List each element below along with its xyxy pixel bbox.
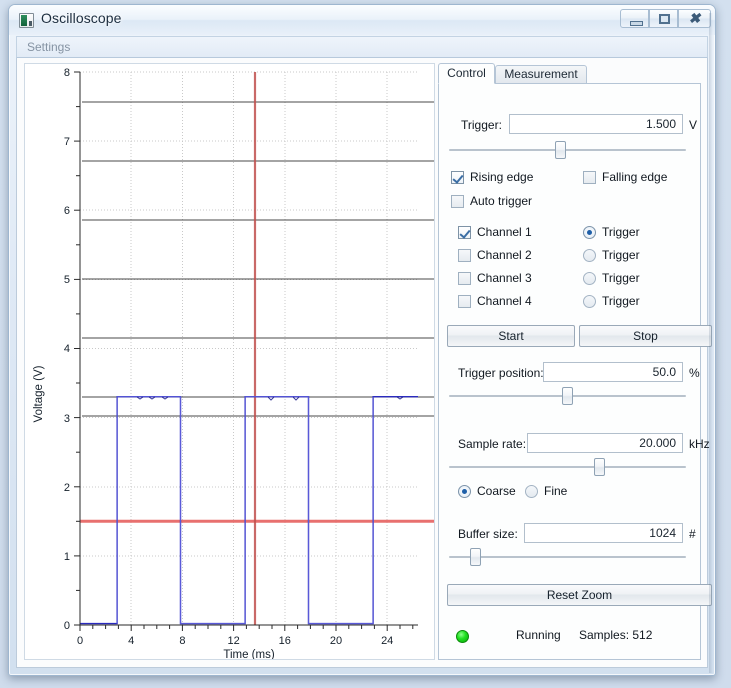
radio-trigger-channel-2-label: Trigger xyxy=(602,248,640,262)
checkbox-channel-4-box[interactable] xyxy=(458,295,471,308)
trigger-position-label: Trigger position: xyxy=(458,366,544,380)
checkbox-channel-3-label: Channel 3 xyxy=(477,271,532,285)
radio-trigger-channel-2-dot[interactable] xyxy=(583,249,596,262)
trigger-unit: V xyxy=(689,118,698,132)
radio-trigger-channel-3-dot[interactable] xyxy=(583,272,596,285)
maximize-icon xyxy=(650,10,677,27)
buffer-size-slider-thumb[interactable] xyxy=(470,548,481,566)
tab-strip: Control Measurement xyxy=(438,63,701,84)
maximize-button[interactable] xyxy=(649,9,678,28)
sample-rate-label: Sample rate: xyxy=(458,437,527,451)
app-icon xyxy=(19,13,34,28)
x-tick-0: 0 xyxy=(77,635,83,647)
x-tick-16: 16 xyxy=(279,635,291,647)
trigger-position-input[interactable]: 50.0 xyxy=(543,362,683,382)
buffer-size-unit: # xyxy=(689,527,696,541)
tab-measurement[interactable]: Measurement xyxy=(495,65,587,84)
y-tick-7: 7 xyxy=(64,136,70,148)
reset-zoom-button[interactable]: Reset Zoom xyxy=(447,584,712,606)
trigger-slider-track xyxy=(449,149,686,151)
menu-item-settings[interactable]: Settings xyxy=(27,40,70,54)
sample-rate-slider-thumb[interactable] xyxy=(594,458,605,476)
buffer-size-input[interactable]: 1024 xyxy=(524,523,683,543)
radio-coarse-dot[interactable] xyxy=(458,485,471,498)
checkbox-channel-4-label: Channel 4 xyxy=(477,294,532,308)
stop-button[interactable]: Stop xyxy=(579,325,712,347)
buffer-size-slider-track xyxy=(449,556,686,558)
checkbox-falling-edge-label: Falling edge xyxy=(602,170,668,184)
y-tick-1: 1 xyxy=(64,551,70,563)
trigger-position-slider-thumb[interactable] xyxy=(562,387,573,405)
plot-canvas: 8 7 6 5 4 3 2 1 0 0 4 8 12 16 20 24 Time… xyxy=(25,64,434,659)
trigger-position-slider[interactable] xyxy=(449,387,686,405)
tab-control[interactable]: Control xyxy=(438,63,495,84)
radio-fine-dot[interactable] xyxy=(525,485,538,498)
y-tick-2: 2 xyxy=(64,482,70,494)
minimize-button[interactable] xyxy=(620,9,649,28)
checkbox-channel-2-box[interactable] xyxy=(458,249,471,262)
control-panel: Control Measurement Trigger: 1.500 V Ris… xyxy=(438,63,712,660)
radio-trigger-channel-1-dot[interactable] xyxy=(583,226,596,239)
sample-rate-unit: kHz xyxy=(689,437,710,451)
x-axis-label: Time (ms) xyxy=(223,649,274,659)
status-samples-text: Samples: 512 xyxy=(579,628,653,642)
buffer-size-label: Buffer size: xyxy=(458,527,518,541)
y-tick-4: 4 xyxy=(64,343,70,355)
checkbox-rising-edge-label: Rising edge xyxy=(470,170,534,184)
sample-rate-slider[interactable] xyxy=(449,458,686,476)
x-tick-4: 4 xyxy=(128,635,134,647)
radio-trigger-channel-4-dot[interactable] xyxy=(583,295,596,308)
x-tick-8: 8 xyxy=(179,635,185,647)
window-edge-shadow xyxy=(709,13,713,673)
close-icon: ✖ xyxy=(688,10,701,26)
radio-coarse-label: Coarse xyxy=(477,484,516,498)
y-tick-5: 5 xyxy=(64,274,70,286)
trigger-slider-thumb[interactable] xyxy=(555,141,566,159)
checkbox-channel-1-label: Channel 1 xyxy=(477,225,532,239)
trigger-position-unit: % xyxy=(689,366,700,380)
checkbox-rising-edge-box[interactable] xyxy=(451,171,464,184)
checkbox-channel-2-label: Channel 2 xyxy=(477,248,532,262)
client-area: 8 7 6 5 4 3 2 1 0 0 4 8 12 16 20 24 Time… xyxy=(16,58,712,668)
radio-fine-label: Fine xyxy=(544,484,568,498)
sample-rate-slider-track xyxy=(449,466,686,468)
oscilloscope-plot[interactable]: 8 7 6 5 4 3 2 1 0 0 4 8 12 16 20 24 Time… xyxy=(24,63,435,660)
menu-bar: Settings xyxy=(16,36,708,58)
x-tick-24: 24 xyxy=(381,635,393,647)
radio-trigger-channel-1-label: Trigger xyxy=(602,225,640,239)
title-bar[interactable]: Oscilloscope ✖ xyxy=(9,5,715,35)
trigger-slider[interactable] xyxy=(449,141,686,159)
screen: Oscilloscope ✖ Settings 8 7 6 5 4 3 2 1 … xyxy=(0,0,731,688)
checkbox-channel-3-box[interactable] xyxy=(458,272,471,285)
application-window: Oscilloscope ✖ Settings 8 7 6 5 4 3 2 1 … xyxy=(8,4,716,676)
minimize-icon xyxy=(621,10,648,27)
trigger-label: Trigger: xyxy=(461,118,502,132)
status-led-indicator xyxy=(456,630,469,643)
window-title: Oscilloscope xyxy=(41,10,122,26)
y-tick-0: 0 xyxy=(64,620,70,632)
y-tick-8: 8 xyxy=(64,67,70,79)
y-tick-3: 3 xyxy=(64,413,70,425)
x-tick-20: 20 xyxy=(330,635,342,647)
checkbox-falling-edge-box[interactable] xyxy=(583,171,596,184)
close-button[interactable]: ✖ xyxy=(678,9,711,28)
y-axis-label: Voltage (V) xyxy=(33,365,45,422)
checkbox-auto-trigger-box[interactable] xyxy=(451,195,464,208)
buffer-size-slider[interactable] xyxy=(449,548,686,566)
trigger-input[interactable]: 1.500 xyxy=(509,114,683,134)
y-tick-6: 6 xyxy=(64,205,70,217)
sample-rate-input[interactable]: 20.000 xyxy=(527,433,683,453)
checkbox-auto-trigger-label: Auto trigger xyxy=(470,194,533,208)
x-tick-12: 12 xyxy=(227,635,239,647)
radio-trigger-channel-3-label: Trigger xyxy=(602,271,640,285)
checkbox-channel-1-box[interactable] xyxy=(458,226,471,239)
tab-page-control: Trigger: 1.500 V Rising edge Falling edg… xyxy=(438,83,712,660)
radio-trigger-channel-4-label: Trigger xyxy=(602,294,640,308)
start-button[interactable]: Start xyxy=(447,325,575,347)
status-state-text: Running xyxy=(516,628,561,642)
